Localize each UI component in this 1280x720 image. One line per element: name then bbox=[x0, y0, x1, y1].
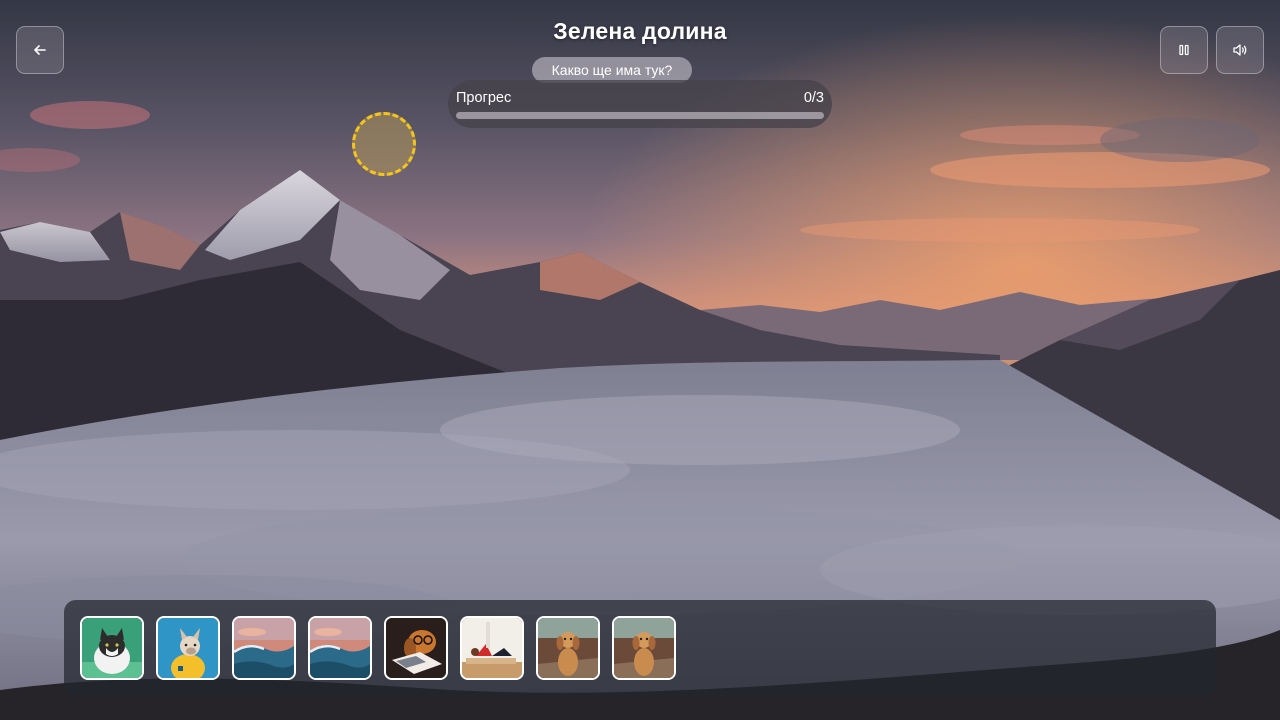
thumb-dog-hoodie[interactable] bbox=[156, 616, 220, 680]
puppy-image bbox=[614, 618, 674, 678]
pause-button[interactable] bbox=[1160, 26, 1208, 74]
wave-image bbox=[234, 618, 294, 678]
exercise-image bbox=[462, 618, 522, 678]
wave-image bbox=[310, 618, 370, 678]
item-thumbnails bbox=[80, 616, 676, 680]
thumb-dog-reading[interactable] bbox=[384, 616, 448, 680]
progress-label: Прогрес bbox=[456, 90, 512, 106]
back-button[interactable] bbox=[16, 26, 64, 74]
thumb-wave-1[interactable] bbox=[232, 616, 296, 680]
thumb-exercise[interactable] bbox=[460, 616, 524, 680]
thumb-cat[interactable] bbox=[80, 616, 144, 680]
thumb-puppy-2[interactable] bbox=[612, 616, 676, 680]
thumb-wave-2[interactable] bbox=[308, 616, 372, 680]
cat-image bbox=[82, 618, 142, 678]
dog-reading-image bbox=[386, 618, 446, 678]
page-title: Зелена долина bbox=[553, 18, 727, 44]
volume-icon bbox=[1233, 44, 1247, 56]
thumb-puppy-1[interactable] bbox=[536, 616, 600, 680]
progress-bar bbox=[456, 112, 824, 119]
pause-icon bbox=[1179, 44, 1189, 56]
sound-button[interactable] bbox=[1216, 26, 1264, 74]
drop-target-hotspot[interactable] bbox=[352, 112, 416, 176]
progress-panel: Прогрес 0/3 bbox=[448, 80, 832, 128]
progress-counter: 0/3 bbox=[803, 90, 824, 106]
dog-hoodie-image bbox=[158, 618, 218, 678]
arrow-left-icon bbox=[34, 45, 46, 55]
puppy-image bbox=[538, 618, 598, 678]
